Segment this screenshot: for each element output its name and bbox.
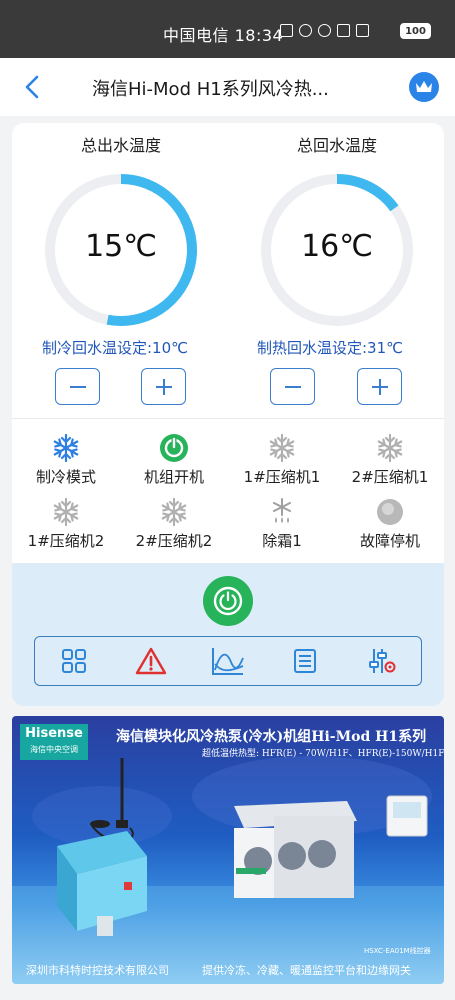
power-on-icon [160, 434, 188, 462]
page-title: 海信Hi-Mod H1系列风冷热... [92, 79, 329, 100]
nfc-icon [280, 24, 293, 37]
gauge-title: 总出水温度 [80, 136, 161, 155]
status-item: 除霜1 [228, 496, 336, 551]
records-tab[interactable] [267, 637, 344, 685]
status-item: 故障停机 [336, 496, 444, 551]
status-icon [336, 496, 444, 528]
snowflake-icon [53, 433, 79, 463]
status-bar: 中国电信 18:34 100 [0, 0, 455, 58]
gauge-title: 总回水温度 [296, 136, 377, 155]
cooling-increase-button[interactable] [141, 368, 186, 405]
snowflake-icon [161, 497, 187, 527]
brand-logo: Hisense 海信中央空调 [20, 724, 88, 760]
list-icon [294, 649, 317, 673]
function-toolbar [34, 636, 422, 686]
status-icons [280, 24, 369, 37]
return-temp-gauge: 总回水温度 16℃ [242, 134, 432, 327]
trend-chart-icon [212, 648, 244, 675]
status-icon [120, 496, 228, 528]
overview-tab[interactable] [35, 637, 112, 685]
status-icon [12, 432, 120, 464]
status-item: 2#压缩机2 [120, 496, 228, 551]
promo-banner[interactable]: Hisense 海信中央空调 海信模块化风冷热泵(冷水)机组Hi-Mod H1系… [12, 716, 444, 984]
snowflake-icon [377, 433, 403, 463]
heating-decrease-button[interactable] [270, 368, 315, 405]
control-area [12, 563, 444, 706]
main-card: 总出水温度 15℃ 总回水温度 16℃ 制冷回水温设定:10℃ 制热回水温设定:… [12, 123, 444, 706]
status-item: 制冷模式 [12, 432, 120, 487]
trend-tab[interactable] [189, 637, 266, 685]
battery-icon: 100 [400, 23, 431, 39]
fault-indicator-icon [377, 499, 403, 525]
logo-sub: 海信中央空调 [30, 745, 78, 754]
status-icon [228, 432, 336, 464]
gauge-value: 16℃ [301, 229, 373, 264]
outlet-temp-gauge: 总出水温度 15℃ [26, 134, 216, 327]
status-item: 1#压缩机2 [12, 496, 120, 551]
divider [12, 418, 444, 419]
banner-footer-right: 提供冷冻、冷藏、暖通监控平台和边缘网关 [202, 964, 411, 977]
crown-icon [416, 81, 432, 92]
power-icon [213, 586, 243, 616]
cooling-decrease-button[interactable] [55, 368, 100, 405]
status-label: 2#压缩机2 [135, 532, 213, 550]
status-icon [12, 496, 120, 528]
back-button[interactable] [22, 74, 44, 100]
wifi-icon [337, 24, 350, 37]
heating-increase-button[interactable] [357, 368, 402, 405]
status-icon [336, 432, 444, 464]
settings-tab[interactable] [344, 637, 421, 685]
vip-button[interactable] [409, 72, 439, 102]
status-label: 2#压缩机1 [351, 468, 429, 486]
alarm-tab[interactable] [112, 637, 189, 685]
status-item: 机组开机 [120, 432, 228, 487]
status-label: 制冷模式 [35, 468, 96, 486]
snowflake-icon [53, 497, 79, 527]
carrier-time: 中国电信 18:34 [163, 26, 284, 45]
defrost-icon [273, 498, 291, 523]
banner-footer-left: 深圳市科特时控技术有限公司 [26, 964, 169, 977]
nav-bar: 海信Hi-Mod H1系列风冷热... [0, 58, 455, 116]
status-label: 1#压缩机2 [27, 532, 105, 550]
status-item: 1#压缩机1 [228, 432, 336, 487]
logo-brand: Hisense [25, 726, 83, 741]
chevron-left-icon [25, 75, 39, 99]
heating-setpoint: 制热回水温设定:31℃ [257, 339, 403, 357]
snowflake-icon [269, 433, 295, 463]
grid-icon [61, 649, 86, 673]
status-label: 机组开机 [143, 468, 204, 486]
cooling-setpoint: 制冷回水温设定:10℃ [42, 339, 188, 357]
controller-model: HSXC-EA01M线控器 [364, 947, 431, 955]
status-icon [120, 432, 228, 464]
banner-title: 海信模块化风冷热泵(冷水)机组Hi-Mod H1系列 [116, 729, 427, 745]
banner-subtitle: 超低温供热型: HFR(E) - 70W/H1F、HFR(E)-150W/H1F [202, 749, 444, 759]
alarm-icon [135, 647, 166, 675]
status-icon [228, 496, 336, 528]
status-label: 故障停机 [359, 532, 420, 550]
bluetooth-icon [318, 24, 331, 37]
status-label: 1#压缩机1 [243, 468, 321, 486]
power-button[interactable] [203, 576, 253, 626]
settings-sliders-icon [369, 649, 396, 673]
alarm-clock-icon [299, 24, 312, 37]
signal-icon [356, 24, 369, 37]
gauge-value: 15℃ [85, 229, 157, 264]
status-label: 除霜1 [262, 532, 302, 550]
status-item: 2#压缩机1 [336, 432, 444, 487]
